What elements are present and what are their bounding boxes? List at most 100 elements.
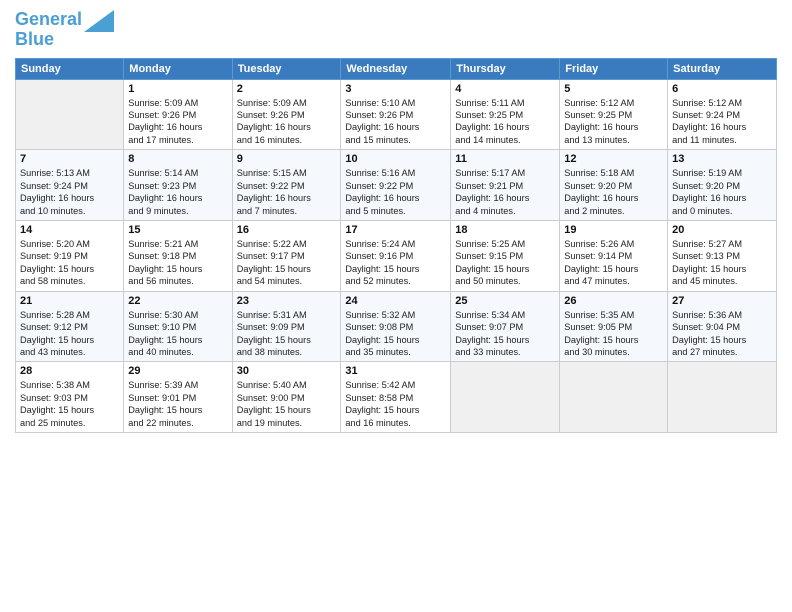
calendar-cell: 24 Sunrise: 5:32 AMSunset: 9:08 PMDayligh… [341,291,451,362]
calendar-header-thursday: Thursday [451,58,560,79]
day-number: 22 [128,295,227,307]
day-number: 8 [128,153,227,165]
calendar-cell: 28Sunrise: 5:38 AMSunset: 9:03 PMDayligh… [16,362,124,433]
calendar-week-row: 28Sunrise: 5:38 AMSunset: 9:03 PMDayligh… [16,362,777,433]
day-info: Sunrise: 5:17 AMSunset: 9:21 PMDaylight:… [455,167,555,217]
logo: General Blue [15,10,114,50]
day-info: Sunrise: 5:12 AMSunset: 9:24 PMDaylight:… [672,97,772,147]
calendar-cell: 4 Sunrise: 5:11 AMSunset: 9:25 PMDaylight… [451,79,560,150]
day-info: Sunrise: 5:27 AMSunset: 9:13 PMDaylight:… [672,238,772,288]
day-info: Sunrise: 5:19 AMSunset: 9:20 PMDaylight:… [672,167,772,217]
day-number: 25 [455,295,555,307]
day-info: Sunrise: 5:09 AMSunset: 9:26 PMDaylight:… [128,97,227,147]
calendar-cell: 29Sunrise: 5:39 AMSunset: 9:01 PMDayligh… [124,362,232,433]
day-info: Sunrise: 5:15 AMSunset: 9:22 PMDaylight:… [237,167,337,217]
calendar-cell: 7 Sunrise: 5:13 AMSunset: 9:24 PMDaylight… [16,150,124,221]
day-number: 13 [672,153,772,165]
logo-icon [84,10,114,32]
calendar-cell: 1 Sunrise: 5:09 AMSunset: 9:26 PMDaylight… [124,79,232,150]
calendar-cell [560,362,668,433]
day-number: 6 [672,83,772,95]
calendar-cell: 6 Sunrise: 5:12 AMSunset: 9:24 PMDaylight… [668,79,777,150]
day-number: 16 [237,224,337,236]
calendar-cell: 18Sunrise: 5:25 AMSunset: 9:15 PMDayligh… [451,220,560,291]
day-info: Sunrise: 5:20 AMSunset: 9:19 PMDaylight:… [20,238,119,288]
day-info: Sunrise: 5:13 AMSunset: 9:24 PMDaylight:… [20,167,119,217]
calendar-cell: 3 Sunrise: 5:10 AMSunset: 9:26 PMDaylight… [341,79,451,150]
day-number: 26 [564,295,663,307]
calendar-cell: 22 Sunrise: 5:30 AMSunset: 9:10 PMDayligh… [124,291,232,362]
day-number: 20 [672,224,772,236]
day-info: Sunrise: 5:11 AMSunset: 9:25 PMDaylight:… [455,97,555,147]
day-info: Sunrise: 5:42 AMSunset: 8:58 PMDaylight:… [345,379,446,429]
header: General Blue [15,10,777,50]
day-info: Sunrise: 5:26 AMSunset: 9:14 PMDaylight:… [564,238,663,288]
calendar-header-wednesday: Wednesday [341,58,451,79]
calendar-cell: 25Sunrise: 5:34 AMSunset: 9:07 PMDayligh… [451,291,560,362]
day-number: 12 [564,153,663,165]
day-info: Sunrise: 5:12 AMSunset: 9:25 PMDaylight:… [564,97,663,147]
calendar-week-row: 14Sunrise: 5:20 AMSunset: 9:19 PMDayligh… [16,220,777,291]
day-number: 3 [345,83,446,95]
calendar-cell: 16 Sunrise: 5:22 AMSunset: 9:17 PMDayligh… [232,220,341,291]
calendar-cell: 19 Sunrise: 5:26 AMSunset: 9:14 PMDayligh… [560,220,668,291]
day-number: 28 [20,365,119,377]
calendar-cell: 2 Sunrise: 5:09 AMSunset: 9:26 PMDaylight… [232,79,341,150]
calendar-cell: 30Sunrise: 5:40 AMSunset: 9:00 PMDayligh… [232,362,341,433]
calendar-header-saturday: Saturday [668,58,777,79]
calendar-cell: 9 Sunrise: 5:15 AMSunset: 9:22 PMDaylight… [232,150,341,221]
day-info: Sunrise: 5:30 AMSunset: 9:10 PMDaylight:… [128,309,227,359]
day-info: Sunrise: 5:24 AMSunset: 9:16 PMDaylight:… [345,238,446,288]
day-number: 31 [345,365,446,377]
day-info: Sunrise: 5:32 AMSunset: 9:08 PMDaylight:… [345,309,446,359]
day-info: Sunrise: 5:14 AMSunset: 9:23 PMDaylight:… [128,167,227,217]
calendar-header-sunday: Sunday [16,58,124,79]
day-number: 21 [20,295,119,307]
day-number: 15 [128,224,227,236]
day-info: Sunrise: 5:28 AMSunset: 9:12 PMDaylight:… [20,309,119,359]
calendar-header-tuesday: Tuesday [232,58,341,79]
calendar-cell: 27 Sunrise: 5:36 AMSunset: 9:04 PMDayligh… [668,291,777,362]
calendar-week-row: 7 Sunrise: 5:13 AMSunset: 9:24 PMDaylight… [16,150,777,221]
day-info: Sunrise: 5:21 AMSunset: 9:18 PMDaylight:… [128,238,227,288]
day-number: 19 [564,224,663,236]
calendar-cell: 8 Sunrise: 5:14 AMSunset: 9:23 PMDaylight… [124,150,232,221]
day-info: Sunrise: 5:18 AMSunset: 9:20 PMDaylight:… [564,167,663,217]
day-info: Sunrise: 5:22 AMSunset: 9:17 PMDaylight:… [237,238,337,288]
day-number: 24 [345,295,446,307]
calendar-cell [451,362,560,433]
day-info: Sunrise: 5:35 AMSunset: 9:05 PMDaylight:… [564,309,663,359]
page: General Blue SundayMondayTuesdayWednesda… [0,0,792,612]
calendar-cell [16,79,124,150]
day-info: Sunrise: 5:10 AMSunset: 9:26 PMDaylight:… [345,97,446,147]
day-info: Sunrise: 5:09 AMSunset: 9:26 PMDaylight:… [237,97,337,147]
day-number: 23 [237,295,337,307]
day-number: 27 [672,295,772,307]
calendar: SundayMondayTuesdayWednesdayThursdayFrid… [15,58,777,433]
calendar-cell: 31 Sunrise: 5:42 AMSunset: 8:58 PMDayligh… [341,362,451,433]
calendar-cell: 13 Sunrise: 5:19 AMSunset: 9:20 PMDayligh… [668,150,777,221]
calendar-cell: 20 Sunrise: 5:27 AMSunset: 9:13 PMDayligh… [668,220,777,291]
day-number: 4 [455,83,555,95]
day-number: 2 [237,83,337,95]
calendar-cell: 10Sunrise: 5:16 AMSunset: 9:22 PMDayligh… [341,150,451,221]
calendar-cell: 12 Sunrise: 5:18 AMSunset: 9:20 PMDayligh… [560,150,668,221]
day-info: Sunrise: 5:36 AMSunset: 9:04 PMDaylight:… [672,309,772,359]
calendar-header-friday: Friday [560,58,668,79]
calendar-cell: 15 Sunrise: 5:21 AMSunset: 9:18 PMDayligh… [124,220,232,291]
day-info: Sunrise: 5:39 AMSunset: 9:01 PMDaylight:… [128,379,227,429]
day-number: 1 [128,83,227,95]
calendar-cell [668,362,777,433]
day-info: Sunrise: 5:16 AMSunset: 9:22 PMDaylight:… [345,167,446,217]
day-info: Sunrise: 5:40 AMSunset: 9:00 PMDaylight:… [237,379,337,429]
calendar-cell: 5 Sunrise: 5:12 AMSunset: 9:25 PMDaylight… [560,79,668,150]
day-number: 9 [237,153,337,165]
calendar-cell: 17 Sunrise: 5:24 AMSunset: 9:16 PMDayligh… [341,220,451,291]
calendar-week-row: 21 Sunrise: 5:28 AMSunset: 9:12 PMDayligh… [16,291,777,362]
day-number: 7 [20,153,119,165]
day-number: 5 [564,83,663,95]
day-number: 17 [345,224,446,236]
calendar-header-row: SundayMondayTuesdayWednesdayThursdayFrid… [16,58,777,79]
calendar-cell: 23Sunrise: 5:31 AMSunset: 9:09 PMDayligh… [232,291,341,362]
calendar-header-monday: Monday [124,58,232,79]
